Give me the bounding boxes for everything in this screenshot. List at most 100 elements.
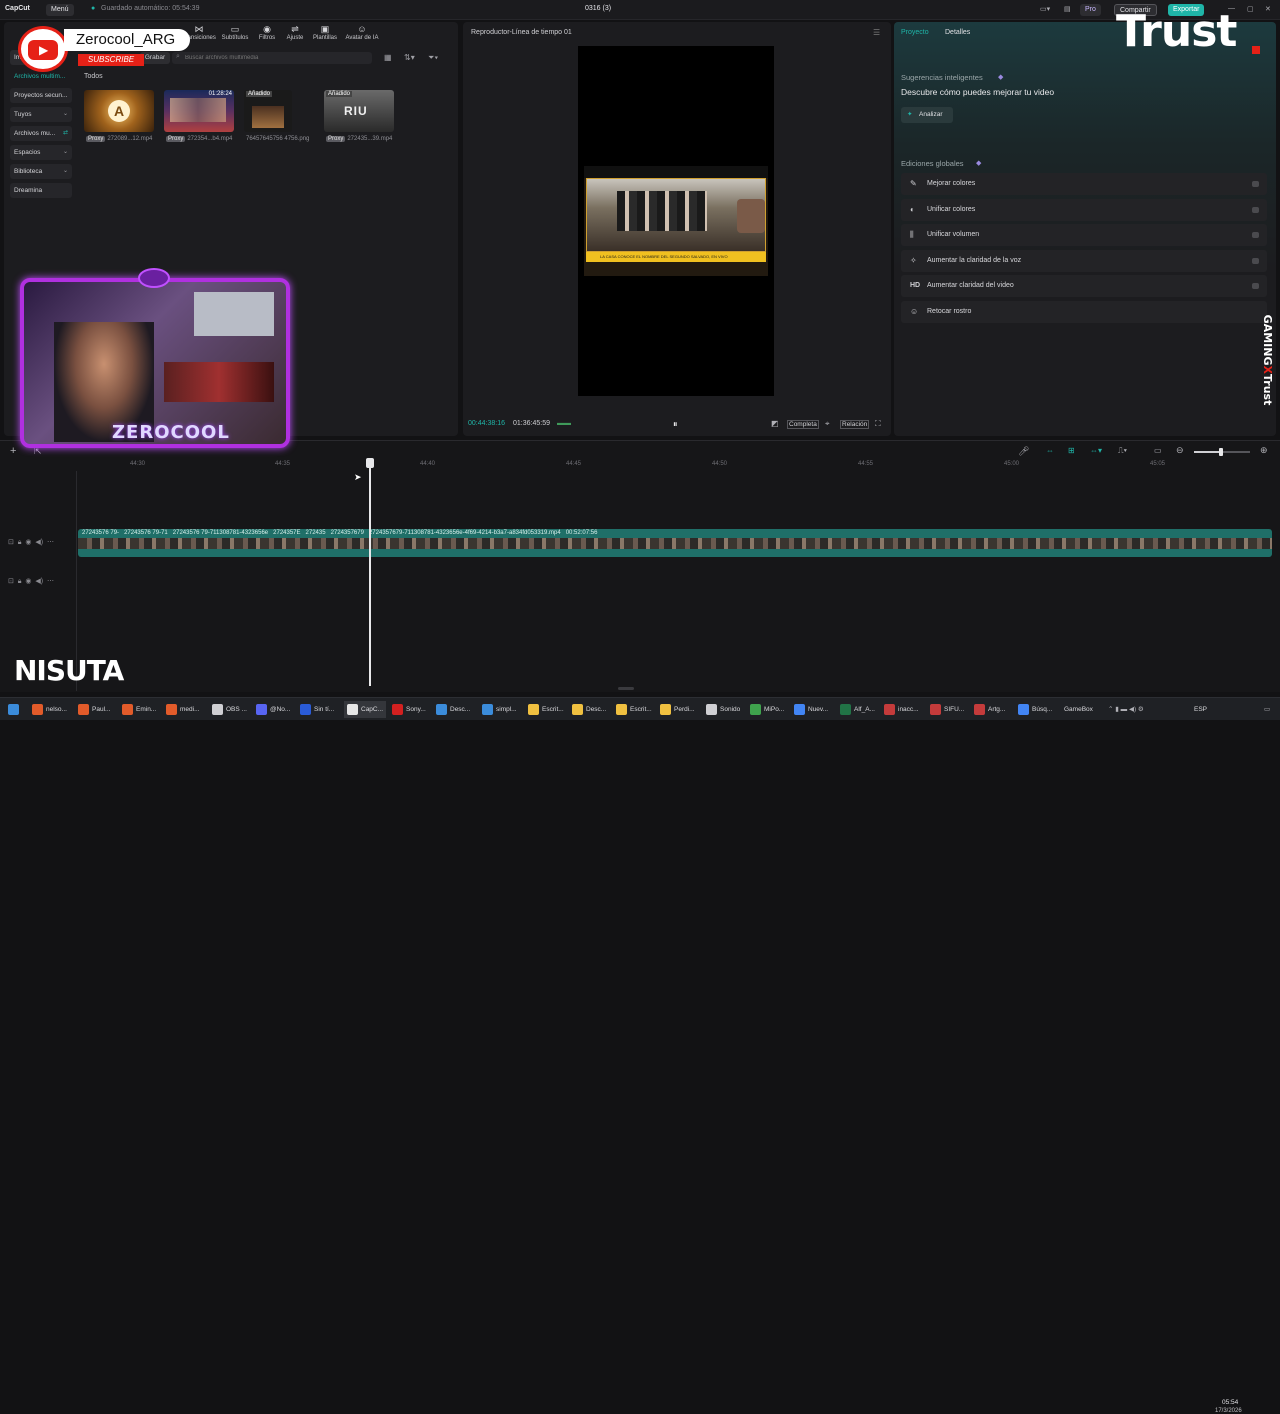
eye-icon[interactable]: ◉ — [25, 578, 31, 585]
analyze-button[interactable]: ✦ Analizar — [901, 107, 953, 123]
taskbar-app[interactable]: SIFU... — [930, 701, 964, 718]
shortcut-icon[interactable]: ▤ — [1064, 5, 1071, 13]
lock-icon[interactable]: 🔒︎ — [18, 539, 22, 546]
playhead[interactable] — [369, 460, 371, 686]
zoom-slider[interactable] — [1194, 448, 1250, 456]
media-thumb[interactable]: Añadido — [244, 90, 292, 132]
close-icon[interactable]: ✕ — [1265, 5, 1271, 13]
start-icon[interactable] — [8, 701, 22, 718]
microphone-icon[interactable]: 🎤︎ — [1018, 446, 1029, 457]
toggle[interactable] — [1252, 258, 1259, 264]
tab-project[interactable]: Proyecto — [901, 29, 929, 36]
filter-icon[interactable]: ⏷▾ — [428, 53, 438, 63]
retouch-face-row[interactable]: ☺ Retocar rostro — [901, 301, 1267, 323]
maximize-icon[interactable]: ▢ — [1247, 5, 1254, 13]
add-track-icon[interactable]: + — [10, 445, 16, 457]
timeline-scrollbar[interactable] — [618, 687, 634, 690]
taskbar-app[interactable]: @No... — [256, 701, 290, 718]
taskbar-app[interactable]: Sony... — [392, 701, 426, 718]
preview-axis-icon[interactable]: ⇔▾ — [1090, 446, 1102, 455]
adjust-tab[interactable]: ⇌ Ajuste — [278, 24, 312, 44]
sidebar-item-spaces[interactable]: Espacios ⌄ — [10, 145, 72, 160]
language-indicator[interactable]: ESP — [1194, 701, 1207, 718]
track-toggle-icon[interactable]: ⊡ — [8, 578, 14, 585]
pro-button[interactable]: Pro — [1080, 4, 1101, 16]
split-icon[interactable]: ⎍▾ — [1118, 446, 1127, 456]
video-clip[interactable]: 27243576 79- 27243576 79-71 27243576 79-… — [78, 529, 1272, 557]
sidebar-item-library[interactable]: Biblioteca ⌄ — [10, 164, 72, 179]
zoom-out-icon[interactable]: ⊖ — [1176, 445, 1184, 456]
speaker-icon[interactable]: ◀) — [35, 578, 43, 585]
ratio-button[interactable]: Relación — [840, 420, 870, 429]
media-thumb[interactable]: 01:28:24 — [164, 90, 234, 132]
video-clarity-row[interactable]: HD Aumentar claridad del video — [901, 275, 1267, 297]
eye-icon[interactable]: ◉ — [25, 539, 31, 546]
toggle[interactable] — [1252, 207, 1259, 213]
taskbar-app[interactable]: inacc... — [884, 701, 919, 718]
link-clips-icon[interactable]: ⊞ — [1068, 446, 1075, 455]
more-icon[interactable]: ⋯ — [47, 539, 54, 546]
video-preview[interactable]: LA CASA CONOCE EL NOMBRE DEL SEGUNDO SAL… — [578, 46, 774, 396]
more-icon[interactable]: ⋯ — [47, 578, 54, 585]
subtitles-tab[interactable]: ▭ Subtítulos — [218, 24, 252, 44]
taskbar-app[interactable]: CapC... — [344, 701, 387, 718]
ai-avatar-tab[interactable]: ☺ Avatar de IA — [340, 24, 384, 44]
fullscreen-icon[interactable]: ⛶ — [875, 419, 881, 429]
timeline-ruler[interactable]: 44:30 44:35 44:40 44:45 44:50 44:55 45:0… — [78, 461, 1278, 473]
player-menu-icon[interactable]: ☰ — [873, 28, 880, 37]
taskbar-app[interactable]: Desc... — [436, 701, 470, 718]
sidebar-item-secondary-projects[interactable]: Proyectos secun... — [10, 88, 72, 103]
taskbar-app[interactable]: Escrit... — [528, 701, 564, 718]
zoom-in-icon[interactable]: ⊕ — [1260, 445, 1268, 456]
toggle[interactable] — [1252, 283, 1259, 289]
taskbar-app[interactable]: Nuev... — [794, 701, 828, 718]
taskbar-app[interactable]: Artg... — [974, 701, 1005, 718]
gamebox-tray[interactable]: GameBox — [1064, 701, 1093, 718]
taskbar-app[interactable]: simpl... — [482, 701, 517, 718]
caption-icon[interactable]: ▭ — [1154, 446, 1162, 455]
unify-volume-row[interactable]: ⫼ Unificar volumen — [901, 224, 1267, 246]
quality-button[interactable]: Completa — [787, 420, 819, 429]
track-toggle-icon[interactable]: ⊡ — [8, 539, 14, 546]
menu-button[interactable]: Menú — [46, 4, 74, 16]
media-search-input[interactable] — [185, 53, 365, 63]
sidebar-item-yours[interactable]: Tuyos ⌄ — [10, 107, 72, 122]
taskbar-app[interactable]: Emin... — [122, 701, 156, 718]
toggle[interactable] — [1252, 232, 1259, 238]
clock-time[interactable]: 05:54 — [1222, 1399, 1238, 1406]
snap-icon[interactable]: ⇔ — [1046, 446, 1054, 455]
tray-icons[interactable]: ⌃ ▮ ▬ ◀) ⚙ — [1108, 701, 1144, 718]
sidebar-item-dreamina[interactable]: Dreamina — [10, 183, 72, 198]
taskbar-app[interactable]: Perdi... — [660, 701, 695, 718]
taskbar-app[interactable]: Alf_A... — [840, 701, 875, 718]
grid-view-icon[interactable]: ▦ — [384, 53, 392, 62]
layout-icon[interactable]: ▭▾ — [1040, 5, 1050, 13]
templates-tab[interactable]: ▣ Plantillas — [308, 24, 342, 44]
taskbar-app[interactable]: MiPo... — [750, 701, 784, 718]
pause-icon[interactable]: ⏸ — [673, 419, 678, 430]
lock-icon[interactable]: 🔒︎ — [18, 578, 22, 585]
media-search-field[interactable]: ⌕ — [172, 52, 372, 64]
toggle[interactable] — [1252, 181, 1259, 187]
tab-details[interactable]: Detalles — [945, 29, 970, 36]
focus-icon[interactable]: ⌖ — [825, 419, 830, 429]
crop-icon[interactable]: ◩ — [771, 419, 779, 428]
media-thumb[interactable]: Añadido RIU — [324, 90, 394, 132]
sidebar-item-media-files[interactable]: Archivos mu... ⇄ — [10, 126, 72, 141]
sort-icon[interactable]: ⇅▾ — [404, 53, 415, 62]
enhance-colors-row[interactable]: ✎ Mejorar colores — [901, 173, 1267, 195]
taskbar-app[interactable]: Sonido — [706, 701, 740, 718]
zoom-slider-handle[interactable] — [1219, 448, 1223, 456]
taskbar-app[interactable]: Escrit... — [616, 701, 652, 718]
taskbar-app[interactable]: nelso... — [32, 701, 67, 718]
unify-colors-row[interactable]: ◐ Unificar colores — [901, 199, 1267, 221]
taskbar-app[interactable]: Paul... — [78, 701, 110, 718]
voice-clarity-row[interactable]: ✧ Aumentar la claridad de la voz — [901, 250, 1267, 272]
speaker-icon[interactable]: ◀) — [35, 539, 43, 546]
taskbar-app[interactable]: OBS ... — [212, 701, 247, 718]
taskbar-app[interactable]: medi... — [166, 701, 200, 718]
media-thumb[interactable]: A — [84, 90, 154, 132]
notification-icon[interactable]: ▭ — [1264, 701, 1270, 718]
taskbar-app[interactable]: Sin tí... — [300, 701, 334, 718]
taskbar-app[interactable]: Desc... — [572, 701, 606, 718]
